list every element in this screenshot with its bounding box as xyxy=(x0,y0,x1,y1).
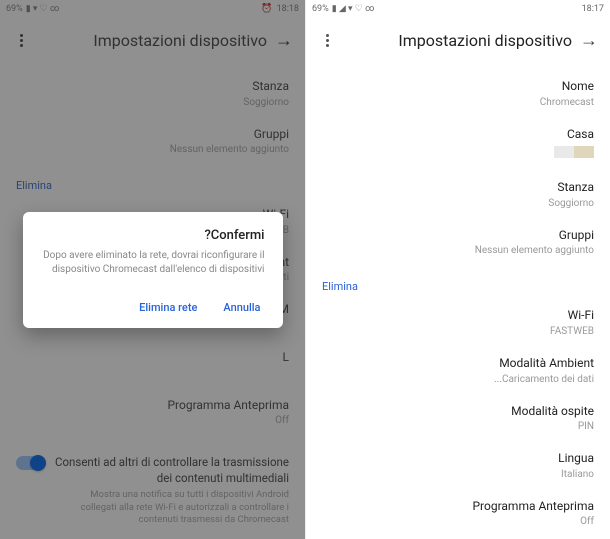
elimina-link[interactable]: Elimina xyxy=(306,274,610,299)
setting-ambient[interactable]: Modalità Ambient Caricamento dei dati... xyxy=(322,347,594,395)
setting-casa[interactable]: Casa xyxy=(322,118,594,172)
statusbar: 69% ▮ ◢ ▾ ♡ ∞ 18:17 xyxy=(306,0,610,18)
setting-ospite[interactable]: Modalità ospite PIN xyxy=(322,395,594,443)
setting-gruppi[interactable]: Gruppi Nessun elemento aggiunto xyxy=(322,219,594,267)
dialog-confirm-button[interactable]: Elimina rete xyxy=(135,295,201,320)
dialog-scrim[interactable]: Confermi? Dopo avere eliminato la rete, … xyxy=(0,0,305,539)
overflow-menu-icon[interactable] xyxy=(318,34,336,47)
color-swatch-2[interactable] xyxy=(554,146,574,158)
color-swatches[interactable] xyxy=(322,142,594,162)
appbar: Impostazioni dispositivo → xyxy=(306,18,610,62)
setting-stanza[interactable]: Stanza Soggiorno xyxy=(322,171,594,219)
battery-text: 69% xyxy=(312,4,329,14)
dialog-title: Confermi? xyxy=(41,228,265,243)
clock: 18:17 xyxy=(582,4,604,14)
dialog-body: Dopo avere eliminato la rete, dovrai ric… xyxy=(41,249,265,277)
screen-right: 69% ▮ ◢ ▾ ♡ ∞ 18:17 Impostazioni disposi… xyxy=(305,0,610,539)
back-arrow-icon[interactable]: → xyxy=(572,30,598,51)
confirm-dialog: Confermi? Dopo avere eliminato la rete, … xyxy=(23,212,283,328)
screen-left: 69% ▮ ▾ ♡ ∞ ⏰ 18:18 Impostazioni disposi… xyxy=(0,0,305,539)
setting-anteprima[interactable]: Programma Anteprima Off xyxy=(322,490,594,538)
dialog-cancel-button[interactable]: Annulla xyxy=(219,295,264,320)
page-title: Impostazioni dispositivo xyxy=(336,31,572,50)
setting-lingua[interactable]: Lingua Italiano xyxy=(322,442,594,490)
setting-nome[interactable]: Nome Chromecast xyxy=(322,70,594,118)
color-swatch-1[interactable] xyxy=(574,146,594,158)
setting-wifi[interactable]: Wi-Fi FASTWEB xyxy=(322,299,594,347)
